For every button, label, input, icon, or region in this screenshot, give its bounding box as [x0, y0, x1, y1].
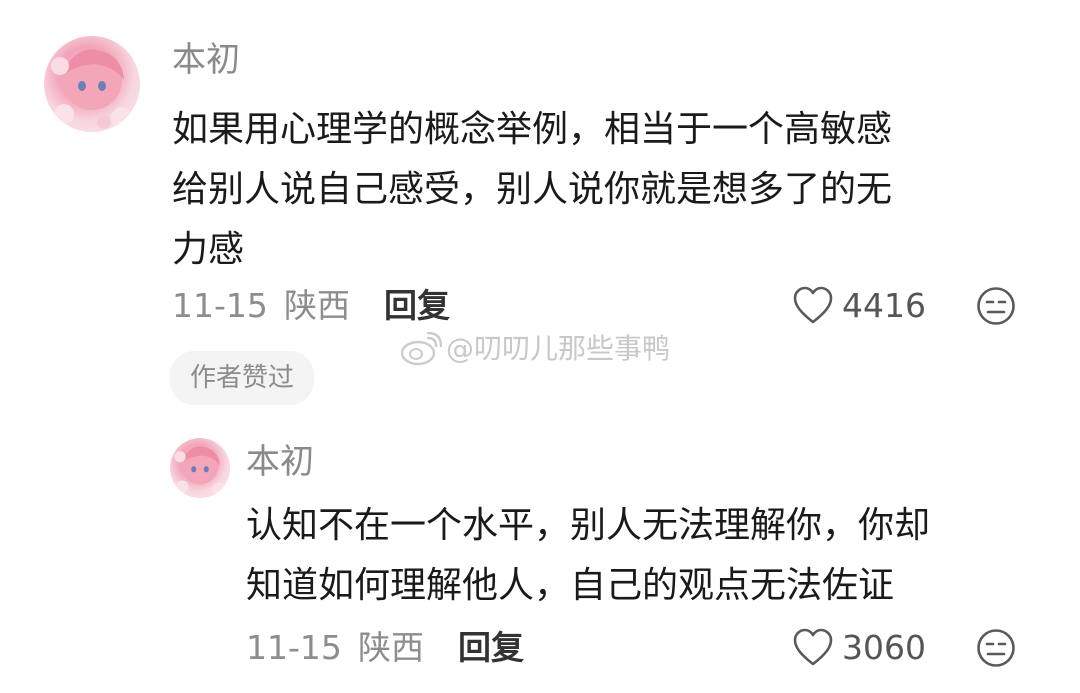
comment-text: 如果用心理学的概念举例，相当于一个高敏感 给别人说自己感受，别人说你就是想多了的… — [172, 100, 1032, 280]
weibo-logo-icon — [398, 332, 442, 366]
like-count: 3060 — [842, 628, 926, 667]
comment-text: 认知不在一个水平，别人无法理解你，你却 知道如何理解他人，自己的观点无法佐证 — [246, 496, 1046, 616]
comment-location: 陕西 — [284, 286, 350, 325]
comment-text-line: 认知不在一个水平，别人无法理解你，你却 — [246, 505, 931, 546]
author-liked-badge: 作者赞过 — [170, 351, 315, 405]
like-count: 4416 — [842, 286, 926, 325]
comment-text-line: 如果用心理学的概念举例，相当于一个高敏感 — [172, 109, 893, 150]
neutral-face-icon[interactable] — [976, 286, 1016, 326]
comment-text-line: 知道如何理解他人，自己的观点无法佐证 — [246, 565, 895, 606]
avatar[interactable] — [170, 438, 230, 498]
comment-date: 11-15 — [172, 286, 268, 325]
user-name[interactable]: 本初 — [172, 40, 240, 80]
comment-text-line: 给别人说自己感受，别人说你就是想多了的无 — [172, 169, 893, 210]
heart-outline-icon[interactable] — [792, 628, 834, 668]
avatar[interactable] — [44, 36, 140, 132]
watermark-text: @叨叨儿那些事鸭 — [446, 332, 671, 365]
neutral-face-icon[interactable] — [976, 628, 1016, 668]
heart-outline-icon[interactable] — [792, 286, 834, 326]
reply-button[interactable]: 回复 — [384, 286, 450, 326]
comment-text-line: 力感 — [172, 229, 245, 270]
user-name[interactable]: 本初 — [246, 442, 314, 482]
reply-button[interactable]: 回复 — [458, 628, 524, 668]
comment-location: 陕西 — [358, 628, 424, 667]
comment-date: 11-15 — [246, 628, 342, 667]
